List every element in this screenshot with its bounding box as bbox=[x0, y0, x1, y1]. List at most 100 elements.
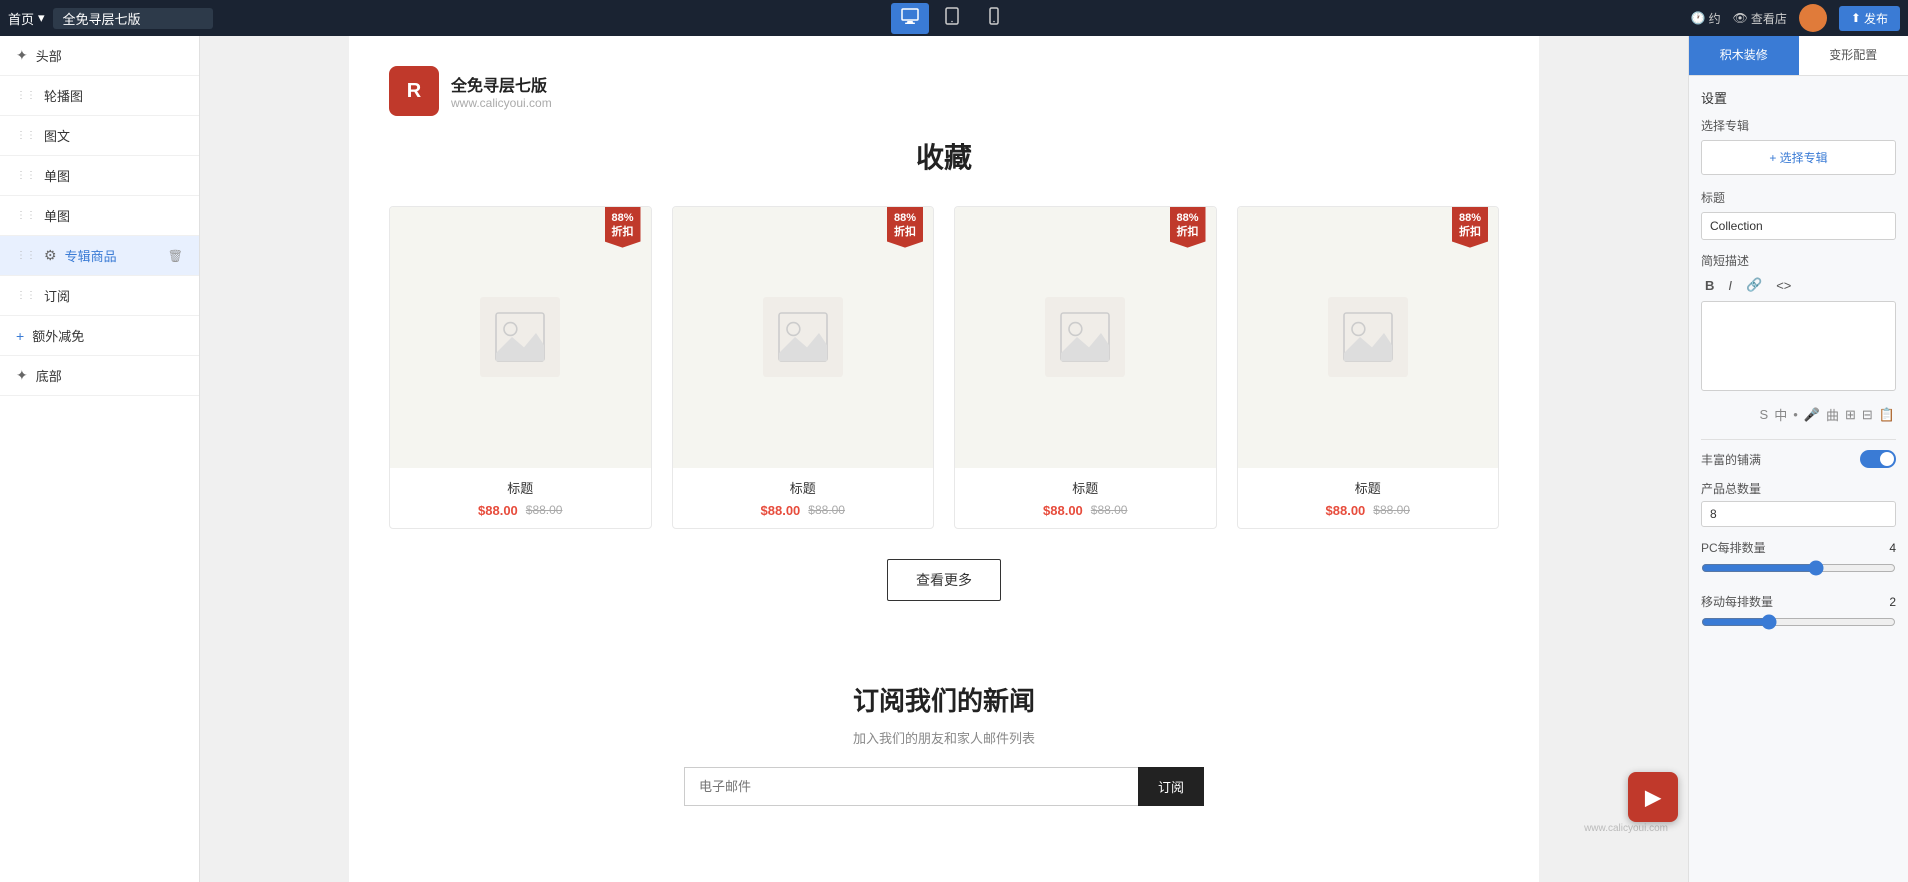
sidebar-item-carousel[interactable]: ⋮⋮ 轮播图 bbox=[0, 76, 199, 116]
view-mobile-btn[interactable] bbox=[975, 3, 1013, 34]
icon-clipboard[interactable]: 📋 bbox=[1878, 404, 1896, 425]
section-title: 收藏 bbox=[389, 136, 1499, 176]
sidebar-item-featured[interactable]: ⋮⋮ ⚙ 专辑商品 🗑 bbox=[0, 236, 199, 276]
pc-per-row-slider-row: PC每排数量 4 bbox=[1701, 539, 1896, 581]
subscribe-button[interactable]: 订阅 bbox=[1138, 767, 1204, 806]
avatar bbox=[1799, 4, 1827, 32]
store-info: 全免寻层七版 www.calicyoui.com bbox=[451, 72, 552, 110]
delete-icon[interactable]: 🗑 bbox=[168, 249, 183, 263]
price-current-3: $88.00 bbox=[1326, 503, 1366, 518]
newsletter-description: 加入我们的朋友和家人邮件列表 bbox=[389, 728, 1499, 747]
product-card-0: 88%折扣 标题 $88.00 $88.00 bbox=[389, 206, 652, 529]
pc-per-row-label-row: PC每排数量 4 bbox=[1701, 539, 1896, 556]
left-sidebar: ✦ 头部 ⋮⋮ 轮播图 ⋮⋮ 图文 ⋮⋮ 单图 ⋮⋮ 单图 ⋮⋮ ⚙ 专辑商品 … bbox=[0, 36, 200, 882]
sidebar-item-extradiscount[interactable]: + 额外减免 bbox=[0, 316, 199, 356]
product-badge-0: 88%折扣 bbox=[605, 207, 641, 248]
view-desktop-btn[interactable] bbox=[891, 3, 929, 34]
icon-grid[interactable]: ⊞ bbox=[1844, 404, 1857, 425]
tab-block-edit[interactable]: 积木装修 bbox=[1689, 36, 1799, 75]
home-label: 首页 bbox=[8, 9, 34, 28]
product-image-3: 88%折扣 bbox=[1238, 207, 1499, 468]
mobile-per-row-slider-row: 移动每排数量 2 bbox=[1701, 593, 1896, 635]
store-name: 全免寻层七版 bbox=[451, 72, 552, 96]
editor-toolbar: B I 🔗 <> bbox=[1701, 275, 1896, 295]
description-label: 简短描述 bbox=[1701, 252, 1896, 269]
price-original-3: $88.00 bbox=[1373, 503, 1410, 517]
settings-label: 设置 bbox=[1701, 88, 1896, 107]
pc-per-row-slider[interactable] bbox=[1701, 560, 1896, 576]
price-original-1: $88.00 bbox=[808, 503, 845, 517]
drag-handle: ⋮⋮ bbox=[16, 130, 36, 141]
sidebar-item-label-imagetext: 图文 bbox=[44, 126, 183, 145]
product-badge-2: 88%折扣 bbox=[1170, 207, 1206, 248]
view-more-button[interactable]: 查看更多 bbox=[887, 559, 1001, 601]
product-title-2: 标题 bbox=[967, 478, 1204, 497]
home-button[interactable]: 首页 ▾ bbox=[8, 9, 45, 28]
schedule-button[interactable]: 🕐 约 bbox=[1691, 10, 1721, 27]
view-tablet-btn[interactable] bbox=[933, 3, 971, 34]
rich-toggle-row: 丰富的铺满 bbox=[1701, 450, 1896, 468]
icon-music[interactable]: 曲 bbox=[1825, 404, 1840, 425]
total-products-input[interactable] bbox=[1701, 501, 1896, 527]
header-icon: ✦ bbox=[16, 47, 28, 64]
main-canvas: R 全免寻层七版 www.calicyoui.com 收藏 88%折扣 bbox=[200, 36, 1688, 882]
italic-button[interactable]: I bbox=[1724, 276, 1736, 295]
code-button[interactable]: <> bbox=[1772, 276, 1795, 295]
sidebar-item-label-footer: 底部 bbox=[36, 366, 183, 385]
icon-s[interactable]: S bbox=[1759, 404, 1770, 425]
store-logo: R bbox=[389, 66, 439, 116]
sidebar-item-singleimage2[interactable]: ⋮⋮ 单图 bbox=[0, 196, 199, 236]
drag-handle: ⋮⋮ bbox=[16, 290, 36, 301]
canvas-content: R 全免寻层七版 www.calicyoui.com 收藏 88%折扣 bbox=[349, 36, 1539, 882]
editor-icons-row: S 中 • 🎤 曲 ⊞ ⊟ 📋 bbox=[1701, 404, 1896, 425]
sidebar-item-singleimage1[interactable]: ⋮⋮ 单图 bbox=[0, 156, 199, 196]
newsletter-title: 订阅我们的新闻 bbox=[389, 681, 1499, 718]
watermark-icon: ▶ bbox=[1645, 785, 1660, 810]
icon-mic[interactable]: 🎤 bbox=[1803, 404, 1821, 425]
price-current-2: $88.00 bbox=[1043, 503, 1083, 518]
link-button[interactable]: 🔗 bbox=[1742, 275, 1766, 295]
sidebar-item-label-singleimage2: 单图 bbox=[44, 206, 183, 225]
product-info-2: 标题 $88.00 $88.00 bbox=[955, 468, 1216, 528]
tab-transform[interactable]: 变形配置 bbox=[1799, 36, 1908, 75]
mobile-per-row-slider[interactable] bbox=[1701, 614, 1896, 630]
product-title-3: 标题 bbox=[1250, 478, 1487, 497]
plus-icon: + bbox=[16, 328, 24, 344]
icon-minus[interactable]: ⊟ bbox=[1861, 404, 1874, 425]
top-bar-center bbox=[213, 3, 1691, 34]
rich-toggle[interactable] bbox=[1860, 450, 1896, 468]
title-input[interactable] bbox=[1701, 212, 1896, 240]
product-badge-3: 88%折扣 bbox=[1452, 207, 1488, 248]
mobile-per-row-label-row: 移动每排数量 2 bbox=[1701, 593, 1896, 610]
store-url: www.calicyoui.com bbox=[451, 96, 552, 110]
sidebar-item-label-featured: 专辑商品 bbox=[65, 246, 160, 265]
sidebar-item-label-header: 头部 bbox=[36, 46, 183, 65]
newsletter-form: 订阅 bbox=[684, 767, 1204, 806]
select-album-button[interactable]: + 选择专辑 bbox=[1701, 140, 1896, 175]
sidebar-item-subscription[interactable]: ⋮⋮ 订阅 bbox=[0, 276, 199, 316]
drag-handle: ⋮⋮ bbox=[16, 170, 36, 181]
product-image-1: 88%折扣 bbox=[673, 207, 934, 468]
right-panel: 积木装修 变形配置 设置 选择专辑 + 选择专辑 标题 简短描述 B I 🔗 <… bbox=[1688, 36, 1908, 882]
product-price-0: $88.00 $88.00 bbox=[402, 503, 639, 518]
preview-button[interactable]: 👁 查看店 bbox=[1733, 10, 1787, 27]
product-title-1: 标题 bbox=[685, 478, 922, 497]
sidebar-item-footer[interactable]: ✦ 底部 bbox=[0, 356, 199, 396]
publish-button[interactable]: ⬆ 发布 bbox=[1839, 6, 1900, 31]
page-name-input[interactable] bbox=[53, 8, 213, 29]
sidebar-item-label-extradiscount: 额外减免 bbox=[32, 326, 183, 345]
icon-zh[interactable]: 中 bbox=[1773, 404, 1788, 425]
email-input[interactable] bbox=[684, 767, 1138, 806]
title-label: 标题 bbox=[1701, 189, 1896, 206]
product-badge-1: 88%折扣 bbox=[887, 207, 923, 248]
sidebar-item-label-singleimage1: 单图 bbox=[44, 166, 183, 185]
bold-button[interactable]: B bbox=[1701, 276, 1718, 295]
sidebar-item-label-carousel: 轮播图 bbox=[44, 86, 183, 105]
drag-handle: ⋮⋮ bbox=[16, 250, 36, 261]
icon-bullet[interactable]: • bbox=[1792, 404, 1799, 425]
product-card-2: 88%折扣 标题 $88.00 $88.00 bbox=[954, 206, 1217, 529]
sidebar-item-header[interactable]: ✦ 头部 bbox=[0, 36, 199, 76]
product-card-3: 88%折扣 标题 $88.00 $88.00 bbox=[1237, 206, 1500, 529]
description-textarea[interactable] bbox=[1701, 301, 1896, 391]
sidebar-item-imagetext[interactable]: ⋮⋮ 图文 bbox=[0, 116, 199, 156]
